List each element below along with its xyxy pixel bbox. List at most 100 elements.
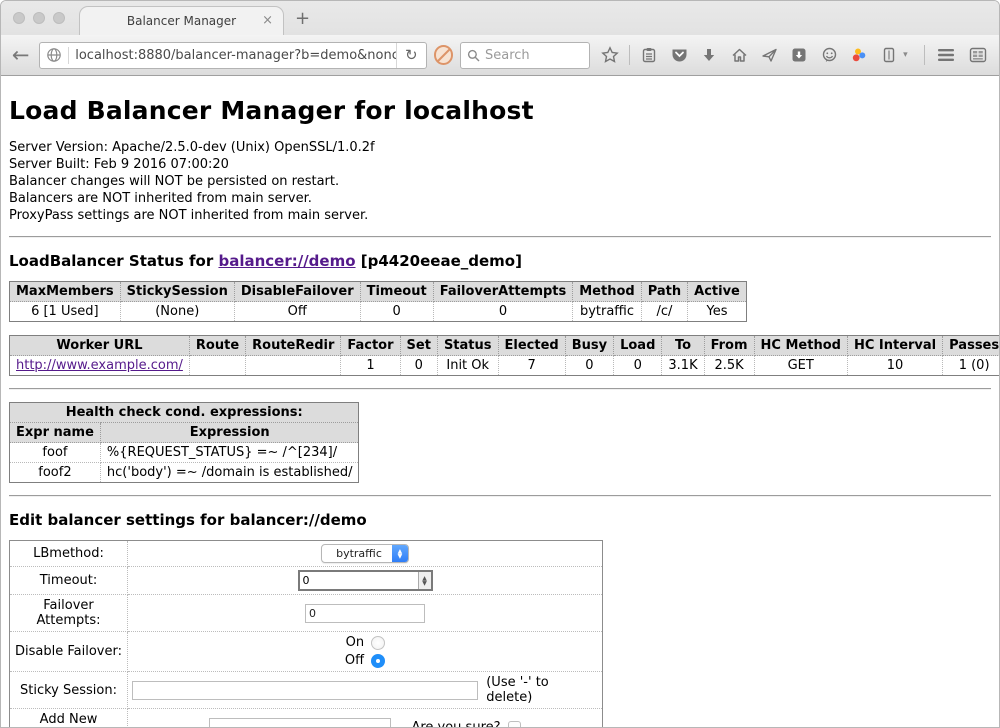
pocket-icon[interactable] bbox=[666, 42, 692, 68]
url-text[interactable]: localhost:8880/balancer-manager?b=demo&n… bbox=[69, 48, 396, 63]
close-window-button[interactable] bbox=[13, 12, 25, 24]
sticky-session-input[interactable] bbox=[132, 681, 478, 700]
failover-attempts-input[interactable] bbox=[305, 604, 425, 623]
col-load: Load bbox=[614, 336, 662, 356]
balancer-status-table: MaxMembers StickySession DisableFailover… bbox=[9, 281, 747, 322]
balancer-demo-link[interactable]: balancer://demo bbox=[218, 252, 355, 270]
form-row-failover-attempts: Failover Attempts: bbox=[10, 595, 603, 632]
send-plane-icon[interactable] bbox=[756, 42, 782, 68]
col-failoverattempts: FailoverAttempts bbox=[433, 282, 573, 302]
cell-method: bytraffic bbox=[573, 302, 641, 322]
server-info: Server Version: Apache/2.5.0-dev (Unix) … bbox=[9, 139, 991, 224]
col-timeout: Timeout bbox=[360, 282, 433, 302]
back-button[interactable]: ← bbox=[9, 45, 32, 65]
radio-on-button[interactable] bbox=[371, 636, 385, 650]
col-passes: Passes bbox=[943, 336, 999, 356]
radio-off-button[interactable] bbox=[371, 654, 385, 668]
server-built: Server Built: Feb 9 2016 07:00:20 bbox=[9, 156, 991, 173]
search-icon bbox=[467, 49, 480, 62]
col-active: Active bbox=[688, 282, 747, 302]
persist-note: Balancer changes will NOT be persisted o… bbox=[9, 173, 991, 190]
reload-icon[interactable]: ↻ bbox=[396, 43, 426, 68]
divider bbox=[9, 388, 991, 390]
add-worker-label: Add New Worker: bbox=[10, 709, 128, 728]
lbmethod-select[interactable]: bytraffic ▲▼ bbox=[321, 544, 409, 563]
cell-hc-interval: 10 bbox=[847, 356, 942, 376]
hamburger-menu-icon[interactable] bbox=[934, 42, 959, 68]
add-worker-input[interactable] bbox=[209, 718, 391, 728]
globe-icon bbox=[40, 47, 68, 63]
cell-to: 3.1K bbox=[662, 356, 704, 376]
device-sync-icon[interactable] bbox=[876, 42, 902, 68]
cell-maxmembers: 6 [1 Used] bbox=[10, 302, 121, 322]
url-bar[interactable]: localhost:8880/balancer-manager?b=demo&n… bbox=[39, 42, 426, 69]
col-status: Status bbox=[437, 336, 498, 356]
form-row-disable-failover: Disable Failover: On Off bbox=[10, 632, 603, 672]
cell-set: 0 bbox=[400, 356, 437, 376]
cell-timeout: 0 bbox=[360, 302, 433, 322]
tab-close-icon[interactable]: × bbox=[262, 13, 273, 28]
worker-url-link[interactable]: http://www.example.com/ bbox=[16, 358, 183, 373]
health-check-title: Health check cond. expressions: bbox=[10, 403, 359, 423]
search-input[interactable] bbox=[485, 48, 575, 63]
colored-dots-extension-icon[interactable] bbox=[846, 42, 872, 68]
page-title: Load Balancer Manager for localhost bbox=[9, 96, 991, 125]
col-expression: Expression bbox=[100, 423, 359, 443]
health-check-table: Health check cond. expressions: Expr nam… bbox=[9, 402, 359, 483]
toolbar-icons: ▾ bbox=[597, 42, 908, 68]
divider bbox=[9, 495, 991, 497]
select-arrows-icon: ▲▼ bbox=[392, 545, 408, 562]
table-row: 6 [1 Used] (None) Off 0 0 bytraffic /c/ … bbox=[10, 302, 747, 322]
lbmethod-label: LBmethod: bbox=[10, 541, 128, 567]
chevron-down-icon[interactable]: ▾ bbox=[903, 50, 908, 60]
minimize-window-button[interactable] bbox=[33, 12, 45, 24]
divider bbox=[9, 236, 991, 238]
col-set: Set bbox=[400, 336, 437, 356]
status-prefix: LoadBalancer Status for bbox=[9, 252, 218, 270]
cell-expression: hc('body') =~ /domain is established/ bbox=[100, 463, 359, 483]
toolbar-divider-right bbox=[924, 45, 925, 65]
new-tab-button[interactable]: + bbox=[295, 8, 310, 29]
proxypass-note: ProxyPass settings are NOT inherited fro… bbox=[9, 207, 991, 224]
home-icon[interactable] bbox=[726, 42, 752, 68]
bookmark-star-icon[interactable] bbox=[597, 42, 623, 68]
cell-worker-url: http://www.example.com/ bbox=[10, 356, 190, 376]
are-you-sure-checkbox[interactable] bbox=[508, 721, 521, 728]
navigation-toolbar: ← localhost:8880/balancer-manager?b=demo… bbox=[1, 35, 999, 76]
table-row: foof2 hc('body') =~ /domain is establish… bbox=[10, 463, 359, 483]
download-arrow-icon[interactable] bbox=[696, 42, 722, 68]
worker-status-table: Worker URL Route RouteRedir Factor Set S… bbox=[9, 335, 999, 376]
cell-expression: %{REQUEST_STATUS} =~ /^[234]/ bbox=[100, 443, 359, 463]
loadbalancer-status-heading: LoadBalancer Status for balancer://demo … bbox=[9, 252, 991, 270]
sticky-session-note: (Use '-' to delete) bbox=[486, 675, 598, 705]
tab-groups-grid-icon[interactable] bbox=[966, 42, 991, 68]
page-content: Load Balancer Manager for localhost Serv… bbox=[1, 76, 999, 728]
feedback-smiley-icon[interactable] bbox=[816, 42, 842, 68]
table-row: http://www.example.com/ 1 0 Init Ok 7 0 … bbox=[10, 356, 1000, 376]
table-header-row: Expr name Expression bbox=[10, 423, 359, 443]
bookmarks-clipboard-icon[interactable] bbox=[636, 42, 662, 68]
search-bar[interactable] bbox=[460, 42, 590, 69]
zoom-window-button[interactable] bbox=[53, 12, 65, 24]
col-route: Route bbox=[189, 336, 245, 356]
radio-off-label: Off bbox=[345, 653, 364, 668]
col-expr-name: Expr name bbox=[10, 423, 101, 443]
col-routeredir: RouteRedir bbox=[246, 336, 341, 356]
tab-title: Balancer Manager bbox=[127, 14, 236, 28]
are-you-sure-label: Are you sure? bbox=[411, 720, 500, 728]
cell-path: /c/ bbox=[641, 302, 687, 322]
col-hc-interval: HC Interval bbox=[847, 336, 942, 356]
cell-routeredir bbox=[246, 356, 341, 376]
downloads-panel-icon[interactable] bbox=[786, 42, 812, 68]
col-elected: Elected bbox=[498, 336, 565, 356]
sticky-session-label: Sticky Session: bbox=[10, 672, 128, 709]
timeout-input[interactable] bbox=[300, 572, 418, 589]
col-factor: Factor bbox=[341, 336, 400, 356]
cell-hc-method: GET bbox=[754, 356, 847, 376]
col-from: From bbox=[704, 336, 754, 356]
blocked-content-icon[interactable] bbox=[434, 45, 453, 65]
number-stepper-icon[interactable]: ▲▼ bbox=[418, 572, 431, 589]
tab-balancer-manager[interactable]: Balancer Manager × bbox=[79, 6, 284, 35]
disable-failover-label: Disable Failover: bbox=[10, 632, 128, 672]
cell-stickysession: (None) bbox=[120, 302, 234, 322]
